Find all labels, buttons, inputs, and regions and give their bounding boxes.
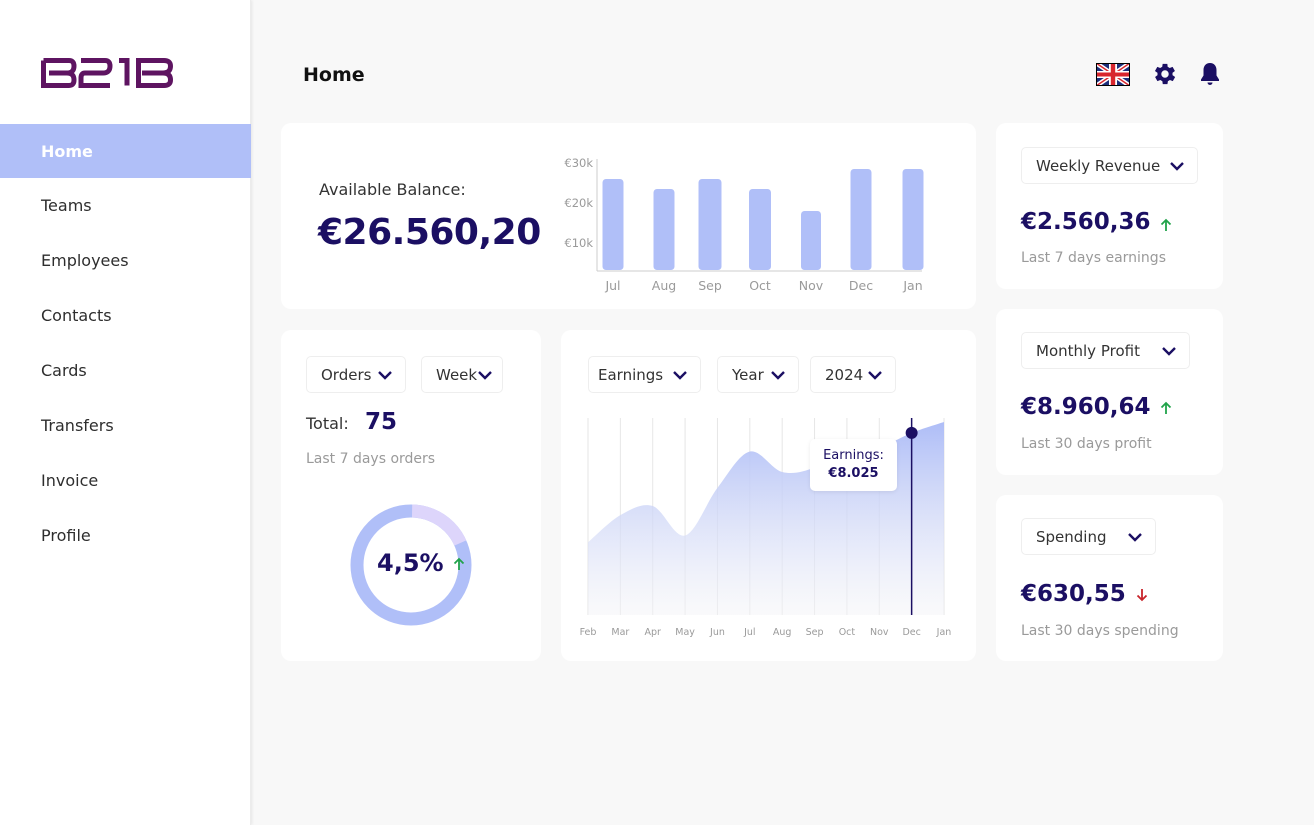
tooltip-value: €8.025 [828,466,879,481]
monthly-profit-card: Monthly Profit €8.960,64 Last 30 days pr… [996,309,1223,475]
x-tick-label: Oct [839,627,856,638]
donut-percent: 4,5% [377,549,465,577]
dropdown-value: Monthly Profit [1036,341,1140,360]
sidebar-item-label: Teams [41,196,92,215]
page-title: Home [303,64,365,86]
x-tick-label: Sep [698,278,722,293]
bar-jan[interactable] [902,169,924,270]
sidebar-item-label: Employees [41,251,129,270]
x-tick-label: May [675,627,695,638]
sidebar-nav: Home Teams Employees Contacts Cards Tran… [0,124,251,563]
x-tick-label: Sep [806,627,824,638]
arrow-up-icon [453,557,465,570]
sidebar-item-home[interactable]: Home [0,124,251,178]
x-tick-label: Aug [652,278,676,293]
sidebar-item-label: Home [41,141,93,161]
monthly-bar-chart: €10k €20k €30k Jul Aug Sep Oct Nov Dec Jan [564,156,924,293]
sidebar-item-contacts[interactable]: Contacts [0,288,251,343]
highlight-point[interactable] [905,426,918,439]
chevron-down-icon [1128,533,1142,542]
sidebar: Home Teams Employees Contacts Cards Tran… [0,0,251,825]
header-actions [1096,60,1222,88]
y-tick-label: €20k [564,196,593,210]
earnings-card: Earnings Year 2024 Feb Mar Apr May Jun Jul Aug… [561,330,976,661]
bar-jul[interactable] [602,179,624,270]
spending-subtitle: Last 30 days spending [1021,623,1179,639]
sidebar-item-label: Cards [41,361,87,380]
weekly-revenue-card: Weekly Revenue €2.560,36 Last 7 days ear… [996,123,1223,289]
spending-value: €630,55 [1021,581,1126,607]
percent-value: 4,5% [377,549,444,577]
sidebar-item-label: Invoice [41,471,99,490]
brand-logo[interactable] [41,58,173,88]
x-tick-label: Mar [611,627,629,638]
spending-card: Spending €630,55 Last 30 days spending [996,495,1223,661]
balance-label: Available Balance: [319,180,466,199]
dropdown-value: Spending [1036,527,1107,546]
bell-icon[interactable] [1198,61,1222,87]
orders-metric-dropdown[interactable]: Orders [306,356,406,393]
x-tick-label: Jan [936,627,952,638]
bar-sep[interactable] [698,179,722,270]
weekly-revenue-value: €2.560,36 [1021,209,1151,235]
x-tick-label: Dec [849,278,873,293]
dropdown-value: Orders [321,365,372,384]
sidebar-item-teams[interactable]: Teams [0,178,251,233]
x-tick-label: Apr [645,627,662,638]
dropdown-value: Week [436,365,478,384]
sidebar-item-label: Transfers [41,416,114,435]
orders-period-dropdown[interactable]: Week [421,356,503,393]
monthly-profit-subtitle: Last 30 days profit [1021,436,1152,452]
orders-card: Orders Week Total: 75 Last 7 days orders… [281,330,541,661]
chevron-down-icon [1170,162,1184,171]
x-tick-label: Aug [773,627,792,638]
sidebar-item-employees[interactable]: Employees [0,233,251,288]
dropdown-value: Weekly Revenue [1036,156,1161,175]
arrow-down-icon [1136,589,1148,602]
x-tick-label: Nov [799,278,824,293]
earnings-tooltip: Earnings: €8.025 [810,439,897,491]
x-tick-label: Jul [604,278,620,293]
chevron-down-icon [1162,347,1176,356]
x-tick-label: Oct [749,278,771,293]
orders-subtitle: Last 7 days orders [306,451,436,467]
bar-dec[interactable] [850,169,872,270]
chevron-down-icon [378,371,392,380]
bar-oct[interactable] [749,189,771,270]
sidebar-item-profile[interactable]: Profile [0,508,251,563]
balance-value: €26.560,20 [318,212,541,253]
x-tick-label: Dec [902,627,920,638]
monthly-profit-dropdown[interactable]: Monthly Profit [1021,332,1190,369]
earnings-area-chart: Feb Mar Apr May Jun Jul Aug Sep Oct Nov Dec Jan [580,418,952,638]
sidebar-item-label: Profile [41,526,91,545]
weekly-revenue-subtitle: Last 7 days earnings [1021,250,1166,266]
sidebar-item-label: Contacts [41,306,112,325]
weekly-revenue-dropdown[interactable]: Weekly Revenue [1021,147,1198,184]
tooltip-label: Earnings: [823,448,884,463]
x-tick-label: Nov [870,627,889,638]
bar-aug[interactable] [653,189,675,270]
uk-flag-icon[interactable] [1096,62,1130,86]
total-label: Total: [306,414,349,433]
x-tick-label: Feb [580,627,597,638]
x-tick-label: Jan [902,278,922,293]
sidebar-item-transfers[interactable]: Transfers [0,398,251,453]
arrow-up-icon [1160,218,1172,231]
sidebar-item-invoice[interactable]: Invoice [0,453,251,508]
x-tick-label: Jun [709,627,725,638]
total-value: 75 [365,409,398,435]
arrow-up-icon [1160,401,1172,414]
sidebar-item-cards[interactable]: Cards [0,343,251,398]
spending-dropdown[interactable]: Spending [1021,518,1156,555]
bar-nov[interactable] [801,211,821,270]
y-tick-label: €30k [564,156,593,170]
y-tick-label: €10k [564,236,593,250]
monthly-profit-value: €8.960,64 [1021,394,1151,420]
balance-card: Available Balance: €26.560,20 €10k €20k €3… [281,123,976,309]
chevron-down-icon [478,371,492,380]
donut-segment [411,504,467,546]
gear-icon[interactable] [1151,60,1179,88]
x-tick-label: Jul [743,627,755,638]
